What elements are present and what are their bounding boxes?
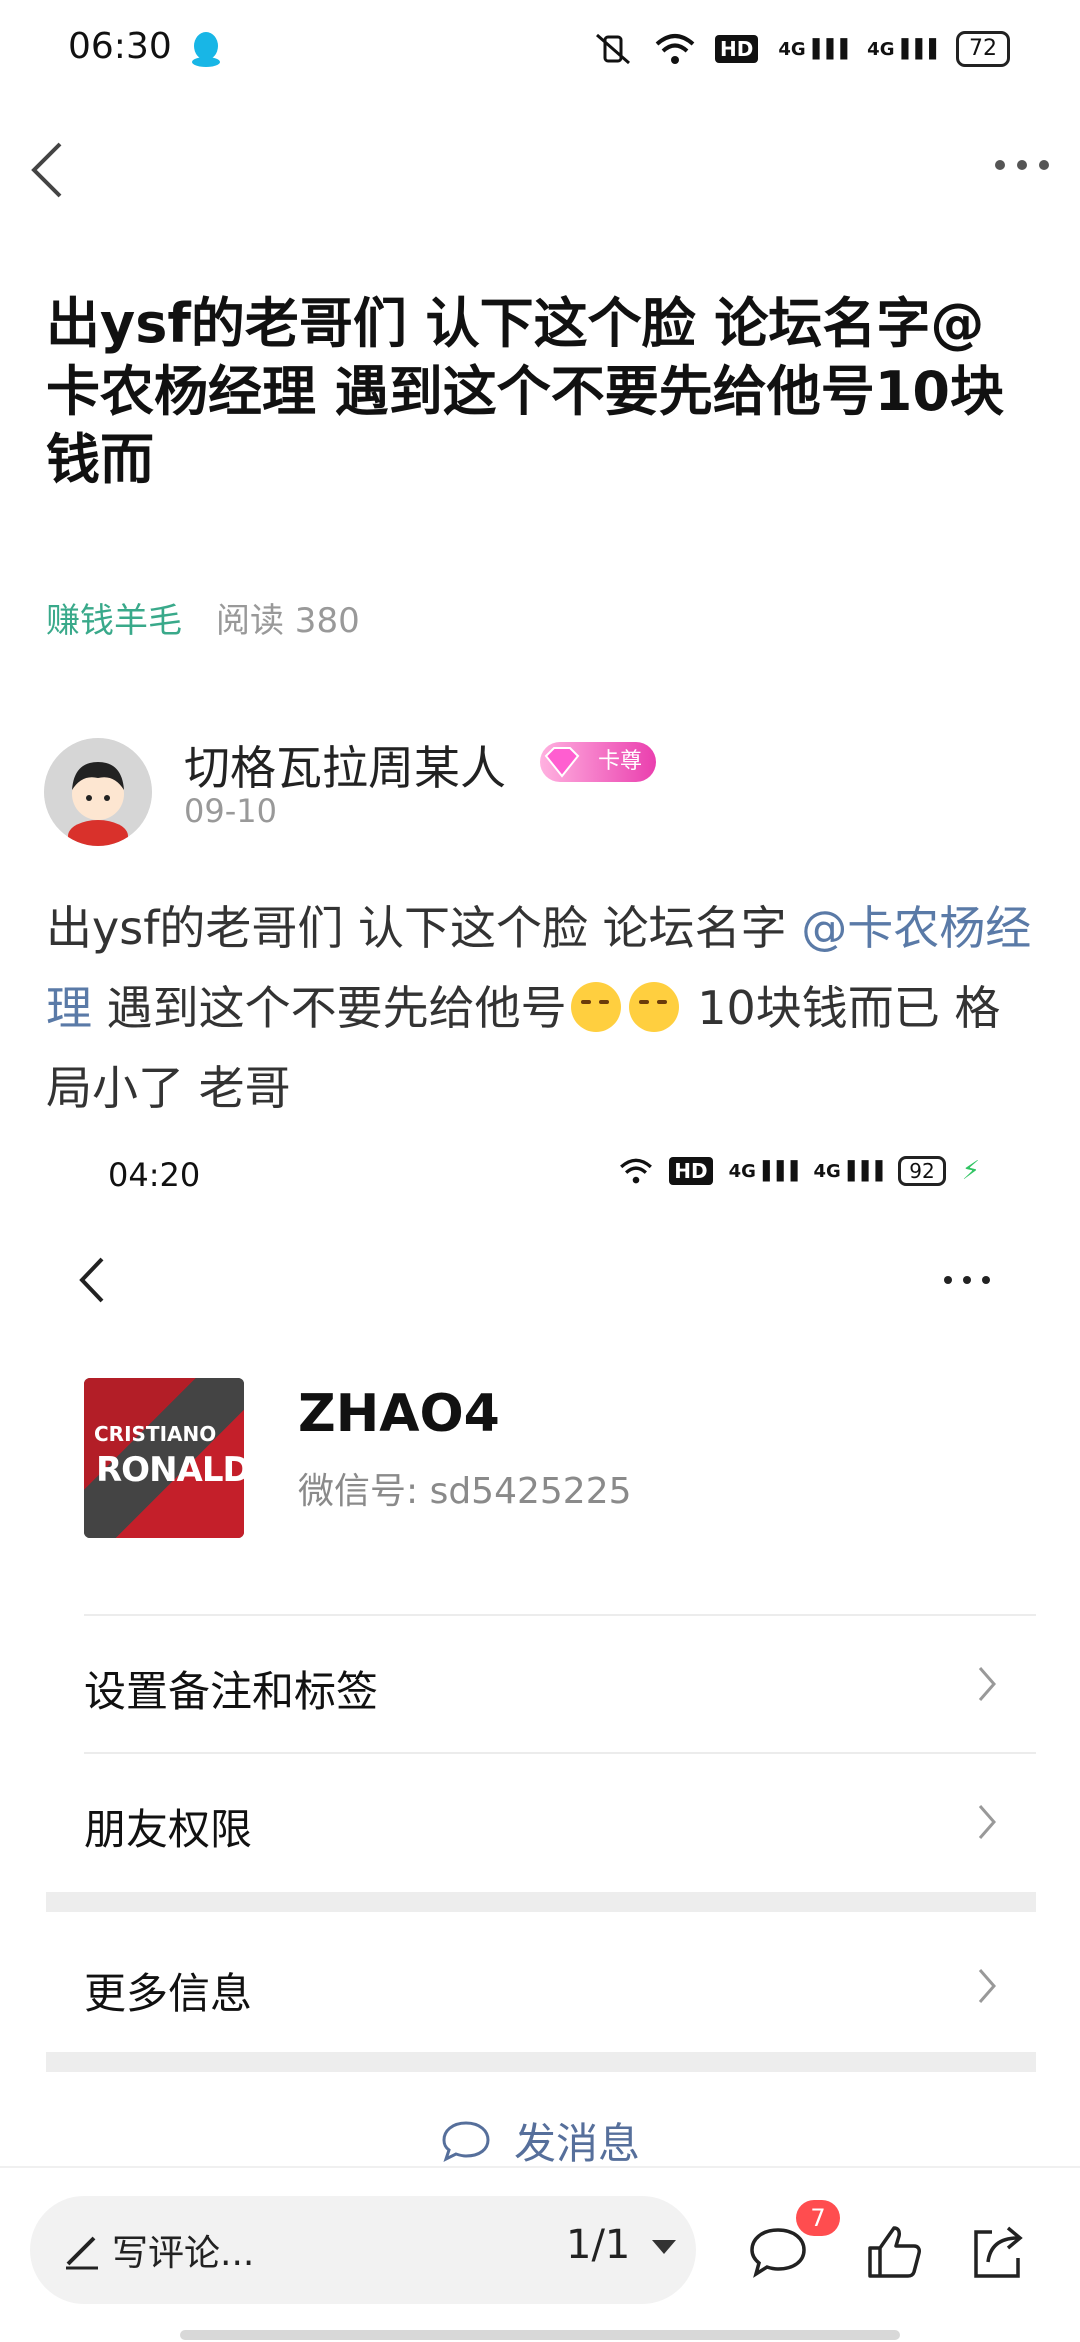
row-more-info: 更多信息 <box>84 1912 1036 2070</box>
qq-icon <box>190 30 222 68</box>
status-time: 06:30 <box>68 26 172 67</box>
embedded-back-icon <box>79 1257 104 1303</box>
comment-placeholder[interactable]: 写评论... <box>112 2224 254 2276</box>
row-label: 更多信息 <box>84 1969 253 2018</box>
status-icons: HD 4G▐▐▐ 4G▐▐▐ 72 <box>591 26 1010 72</box>
like-thumb-icon[interactable] <box>864 2222 924 2282</box>
embedded-signal-icon-2: 4G▐▐▐ <box>813 1160 883 1182</box>
author-name[interactable]: 切格瓦拉周某人 <box>184 732 506 798</box>
content-text-1: 出ysf的老哥们 认下这个脸 论坛名字 <box>46 901 802 955</box>
comment-icon[interactable] <box>748 2222 808 2282</box>
embedded-battery: 92 <box>898 1156 946 1186</box>
smirk-emoji-icon <box>570 982 621 1032</box>
hd-icon: HD <box>715 35 759 63</box>
page-indicator[interactable]: 1/1 <box>566 2222 630 2268</box>
pencil-icon <box>66 2236 98 2270</box>
post-content: 出ysf的老哥们 认下这个脸 论坛名字 @卡农杨经理 遇到这个不要先给他号 10… <box>46 888 1046 1128</box>
wifi-icon <box>655 34 695 64</box>
battery-indicator: 72 <box>956 31 1010 67</box>
embedded-wifi-icon <box>620 1158 653 1184</box>
post-title: 出ysf的老哥们 认下这个脸 论坛名字@卡农杨经理 遇到这个不要先给他号10块钱… <box>46 292 1004 491</box>
embedded-more-icon <box>944 1276 990 1284</box>
author-avatar[interactable] <box>44 738 152 846</box>
diamond-icon <box>544 747 580 778</box>
avatar-text-1: CRISTIANO <box>94 1422 217 1446</box>
post-date: 09-10 <box>184 792 277 830</box>
embedded-signal-icon: 4G▐▐▐ <box>728 1160 798 1182</box>
embedded-status-icons: HD 4G▐▐▐ 4G▐▐▐ 92 ⚡ <box>619 1156 980 1186</box>
mute-vibrate-icon <box>596 33 630 65</box>
wechat-id: 微信号: sd5425225 <box>298 1471 632 1512</box>
contact-avatar: CRISTIANO RONALDO <box>84 1378 244 1538</box>
smirk-emoji-icon-2 <box>628 982 679 1032</box>
chevron-right-icon <box>978 1805 996 1839</box>
embedded-hd-icon: HD <box>669 1157 713 1185</box>
charging-icon: ⚡ <box>961 1156 980 1186</box>
pager-dropdown-icon[interactable] <box>652 2240 676 2254</box>
chevron-right-icon <box>978 1667 996 1701</box>
read-count: 阅读 380 <box>216 601 360 641</box>
signal-4g-icon: 4G▐▐▐ <box>778 38 848 60</box>
row-remark-tags: 设置备注和标签 <box>84 1614 1036 1754</box>
section-divider-2 <box>46 2052 1036 2072</box>
chat-bubble-icon <box>442 2120 490 2162</box>
post-meta: 赚钱羊毛 阅读 380 <box>46 593 360 642</box>
send-message-button: 发消息 <box>440 2110 640 2171</box>
home-indicator <box>180 2330 900 2340</box>
comment-count-badge: 7 <box>796 2200 840 2236</box>
row-friend-permissions: 朋友权限 <box>84 1752 1036 1892</box>
send-message-label: 发消息 <box>514 2119 641 2168</box>
contact-name: ZHAO4 <box>298 1384 500 1444</box>
row-label: 朋友权限 <box>84 1805 253 1854</box>
signal-4g-icon-2: 4G▐▐▐ <box>867 38 936 60</box>
section-divider <box>46 1892 1036 1912</box>
content-text-2: 遇到这个不要先给他号 <box>92 981 567 1035</box>
more-icon[interactable] <box>992 150 1052 180</box>
vip-badge: 卡尊 <box>540 742 656 782</box>
category-tag[interactable]: 赚钱羊毛 <box>46 601 182 641</box>
share-icon[interactable] <box>968 2222 1028 2282</box>
row-label: 设置备注和标签 <box>84 1667 379 1716</box>
embedded-status-time: 04:20 <box>108 1156 201 1194</box>
badge-label: 卡尊 <box>597 749 642 774</box>
chevron-right-icon <box>978 1969 996 2003</box>
avatar-text-2: RONALDO <box>96 1450 244 1490</box>
back-icon[interactable] <box>28 140 68 200</box>
